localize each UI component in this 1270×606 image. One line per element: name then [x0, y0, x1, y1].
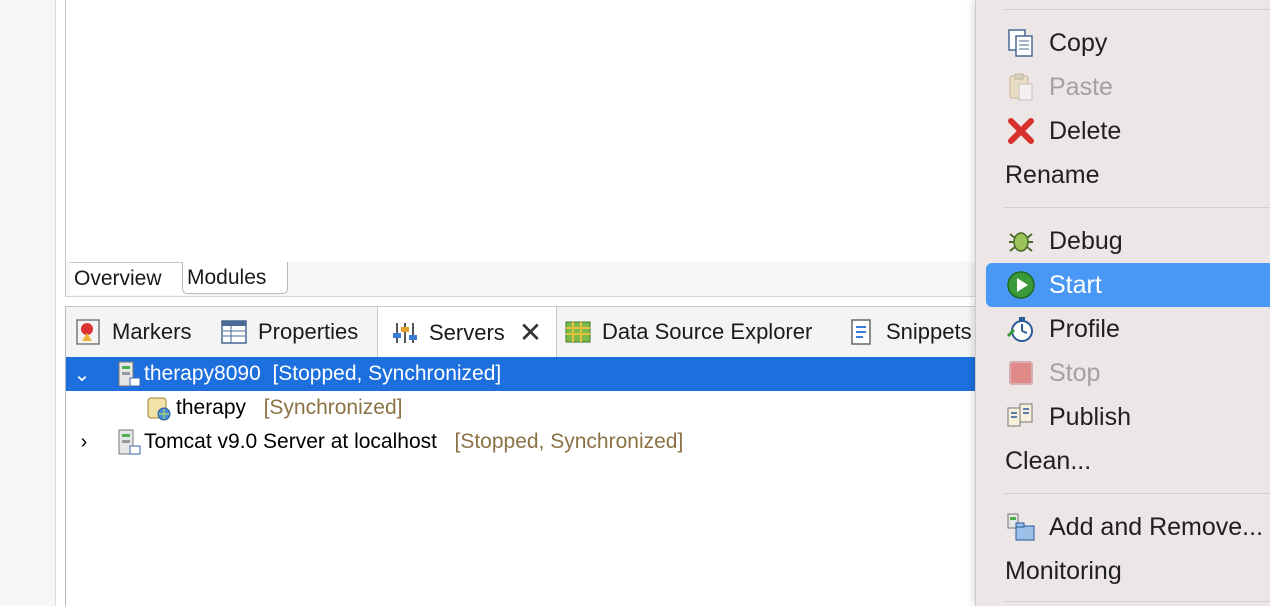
- menu-separator: [1004, 9, 1270, 10]
- module-name: therapy: [176, 396, 247, 419]
- add-remove-icon: [1007, 513, 1035, 541]
- close-icon[interactable]: ✕: [519, 318, 542, 347]
- server-status: [Stopped, Synchronized]: [454, 430, 684, 453]
- tab-modules[interactable]: Modules: [182, 262, 288, 294]
- menu-item-label: Clean...: [1005, 446, 1092, 475]
- editor-page-tabs: Overview Modules: [65, 262, 976, 297]
- data-source-explorer-icon: [565, 321, 591, 343]
- module-status: [Synchronized]: [263, 396, 403, 419]
- tab-servers-label: Servers: [429, 319, 505, 345]
- menu-item-label: Stop: [1049, 358, 1101, 387]
- menu-separator: [1004, 207, 1270, 208]
- servers-view-panel: Markers Properties Servers ✕ Data Source…: [65, 306, 976, 606]
- menu-item-paste[interactable]: Paste: [986, 65, 1270, 109]
- publish-icon: [1007, 403, 1033, 427]
- start-icon: [1007, 271, 1035, 299]
- server-icon: [118, 361, 141, 387]
- module-row-therapy[interactable]: therapy [Synchronized]: [66, 391, 976, 425]
- chevron-down-icon[interactable]: ⌄: [72, 362, 92, 387]
- tab-servers[interactable]: Servers ✕: [377, 307, 558, 358]
- menu-item-copy[interactable]: Copy: [986, 21, 1270, 65]
- module-row-text: therapy [Synchronized]: [176, 396, 402, 420]
- tab-data-source-explorer[interactable]: Data Source Explorer: [564, 307, 812, 357]
- menu-item-debug[interactable]: Debug: [986, 219, 1270, 263]
- server-row-text: therapy8090 [Stopped, Synchronized]: [144, 362, 501, 386]
- tab-overview[interactable]: Overview: [70, 262, 186, 295]
- menu-item-stop[interactable]: Stop: [986, 351, 1270, 395]
- server-editor-area: [65, 0, 976, 262]
- menu-separator: [1004, 493, 1270, 494]
- menu-item-label: Copy: [1049, 28, 1108, 57]
- menu-item-label: Paste: [1049, 72, 1113, 101]
- chevron-right-icon[interactable]: ›: [74, 431, 94, 454]
- menu-item-add-and-remove[interactable]: Add and Remove...: [986, 505, 1270, 549]
- tab-markers-label: Markers: [112, 319, 192, 344]
- menu-item-label: Start: [1049, 270, 1102, 299]
- tab-snippets-label: Snippets: [886, 319, 972, 344]
- properties-icon: [221, 320, 247, 344]
- web-module-icon: [147, 397, 171, 421]
- menu-item-monitoring[interactable]: Monitoring: [986, 549, 1270, 593]
- server-name: Tomcat v9.0 Server at localhost: [144, 430, 437, 453]
- stop-icon: [1009, 361, 1033, 385]
- menu-item-clean[interactable]: Clean...: [986, 439, 1270, 483]
- menu-separator: [1004, 601, 1270, 602]
- menu-item-label: Debug: [1049, 226, 1123, 255]
- menu-item-label: Rename: [1005, 160, 1100, 189]
- menu-item-label: Delete: [1049, 116, 1122, 145]
- markers-icon: [76, 319, 100, 345]
- menu-item-start[interactable]: Start: [986, 263, 1270, 307]
- server-name: therapy8090: [144, 362, 261, 385]
- tab-markers[interactable]: Markers: [74, 307, 191, 357]
- tab-data-source-explorer-label: Data Source Explorer: [602, 319, 813, 344]
- menu-item-label: Monitoring: [1005, 556, 1122, 585]
- menu-item-rename[interactable]: Rename: [986, 153, 1270, 197]
- tab-properties[interactable]: Properties: [220, 307, 358, 357]
- server-row-therapy8090[interactable]: ⌄ therapy8090 [Stopped, Synchronized]: [66, 357, 976, 391]
- menu-item-publish[interactable]: Publish: [986, 395, 1270, 439]
- paste-icon: [1009, 73, 1033, 101]
- left-panel-edge: [0, 0, 56, 606]
- context-menu: Copy Paste Delete Rename Debug Start Pro…: [975, 0, 1270, 606]
- menu-item-profile[interactable]: Profile: [986, 307, 1270, 351]
- copy-icon: [1008, 29, 1033, 57]
- profile-icon: [1006, 317, 1033, 342]
- servers-icon: [393, 322, 417, 343]
- menu-item-delete[interactable]: Delete: [986, 109, 1270, 153]
- debug-icon: [1009, 232, 1033, 252]
- menu-item-label: Profile: [1049, 314, 1120, 343]
- view-tab-bar: Markers Properties Servers ✕ Data Source…: [66, 306, 976, 358]
- snippets-icon: [851, 319, 871, 345]
- server-row-text: Tomcat v9.0 Server at localhost [Stopped…: [144, 430, 683, 454]
- delete-icon: [1008, 118, 1034, 144]
- tab-properties-label: Properties: [258, 319, 359, 344]
- eclipse-workbench: Overview Modules Markers Properties Serv…: [0, 0, 1270, 606]
- server-row-tomcat[interactable]: › Tomcat v9.0 Server at localhost [Stopp…: [66, 425, 976, 459]
- tab-snippets[interactable]: Snippets: [848, 307, 972, 357]
- server-icon: [118, 429, 141, 455]
- menu-item-label: Add and Remove...: [1049, 512, 1264, 541]
- server-status: [Stopped, Synchronized]: [272, 362, 502, 385]
- menu-item-label: Publish: [1049, 402, 1131, 431]
